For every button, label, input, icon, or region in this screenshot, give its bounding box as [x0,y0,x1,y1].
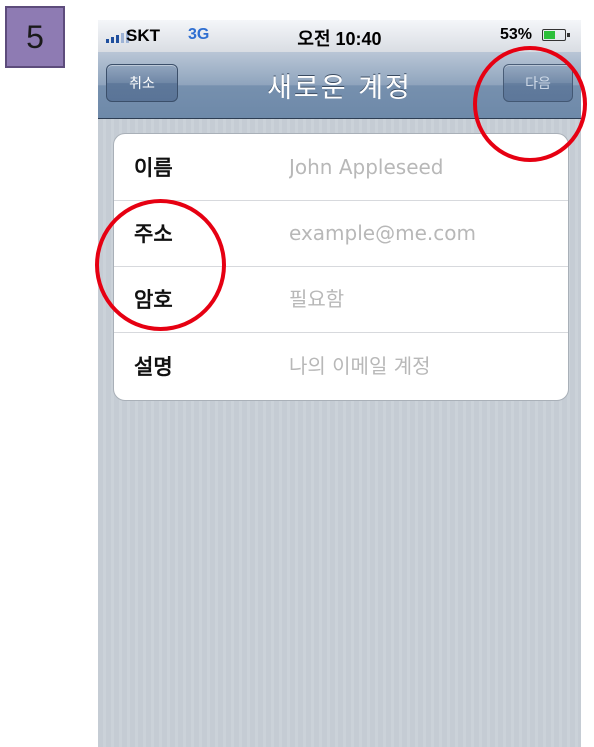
description-field[interactable] [289,354,554,378]
step-number-badge: 5 [5,6,65,68]
status-bar: SKT 3G 오전 10:40 53% [98,20,581,52]
form-row-address: 주소 [114,200,568,267]
form-row-name: 이름 [114,134,568,201]
email-field[interactable] [289,221,554,245]
password-label: 암호 [134,288,173,312]
name-field[interactable] [289,155,554,179]
navigation-bar: 취소 새로운 계정 다음 [98,52,581,119]
form-row-description: 설명 [114,333,568,399]
battery-icon [542,29,570,41]
phone-screen: SKT 3G 오전 10:40 53% 취소 새로운 계정 다음 이름 주소 암… [98,20,581,747]
description-label: 설명 [134,355,173,379]
address-label: 주소 [134,222,173,246]
password-field[interactable] [289,287,554,311]
battery-percent: 53% [500,26,533,43]
name-label: 이름 [134,156,173,180]
next-button[interactable]: 다음 [503,64,573,102]
account-form: 이름 주소 암호 설명 [113,133,569,401]
form-row-password: 암호 [114,266,568,333]
